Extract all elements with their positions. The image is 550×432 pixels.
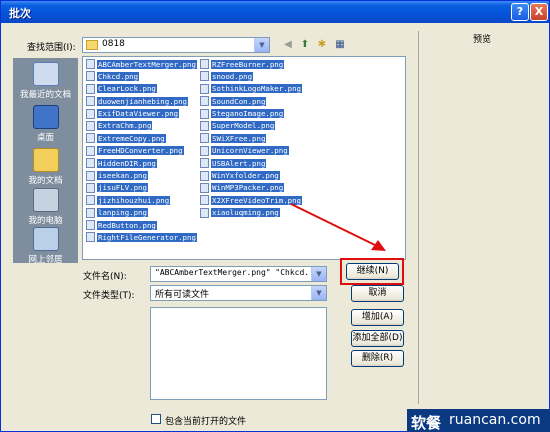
look-in-dropdown[interactable]: 0818 ▼ [82,37,270,53]
watermark-en: ruancan.com [449,412,541,428]
desktop-icon [32,105,59,129]
place-network-label: 网上邻居 [28,255,63,265]
filetype-dropdown[interactable]: 所有可读文件 ▼ [150,285,327,301]
chevron-down-icon: ▼ [311,267,326,281]
include-open-files-label: 包含当前打开的文件 [165,417,247,427]
preview-label: 预览 [473,35,492,45]
my-computer-icon [32,188,59,212]
place-my-computer[interactable]: 我的电脑 [13,188,78,226]
preview-divider [418,31,419,404]
folder-icon [86,40,98,50]
include-open-files-checkbox[interactable] [151,414,161,424]
network-icon [32,227,59,251]
batch-file-list[interactable] [150,307,327,400]
window-title: 批次 [9,7,31,20]
continue-button[interactable]: 继续(N) [346,263,399,280]
place-desktop-label: 桌面 [36,133,54,143]
add-all-button[interactable]: 添加全部(D) [351,330,404,347]
look-in-label: 查找范围(I): [27,43,76,53]
filename-input[interactable]: "ABCAmberTextMerger.png" "Chkcd.png" " ▼ [150,266,327,282]
close-button[interactable]: X [530,3,548,21]
red-arrow-annotation [290,203,386,251]
place-my-documents[interactable]: 我的文档 [13,148,78,186]
file-list[interactable]: ABCAmberTextMerger.png Chkcd.png ClearLock… [82,56,406,260]
look-in-value: 0818 [102,39,125,49]
chevron-down-icon: ▼ [254,38,269,52]
place-network[interactable]: 网上邻居 [13,227,78,265]
cancel-button[interactable]: 取消 [351,285,404,302]
batch-dialog: 批次 ? X 查找范围(I): 0818 ▼ ◀ ⬆ ✱ ▦ 预览 我最近的文档… [0,0,550,432]
place-desktop[interactable]: 桌面 [13,105,78,143]
back-icon[interactable]: ◀ [280,38,296,52]
help-button[interactable]: ? [511,3,529,21]
add-button[interactable]: 增加(A) [351,309,404,326]
place-my-documents-label: 我的文档 [28,176,63,186]
recent-docs-icon [32,62,59,86]
watermark: 软餐 ruancan.com [407,409,550,432]
new-folder-icon[interactable]: ✱ [314,38,330,52]
place-my-computer-label: 我的电脑 [28,216,63,226]
up-folder-icon[interactable]: ⬆ [297,38,313,52]
title-bar: 批次 ? X [1,1,549,23]
delete-button[interactable]: 删除(R) [351,350,404,367]
chevron-down-icon: ▼ [311,286,326,300]
filetype-label: 文件类型(T): [83,291,135,301]
places-bar: 我最近的文档 桌面 我的文档 我的电脑 网上邻居 [13,58,78,265]
filetype-value: 所有可读文件 [155,290,210,300]
watermark-cn: 软餐 [411,414,442,432]
view-menu-icon[interactable]: ▦ [331,38,349,52]
my-documents-icon [32,148,59,172]
place-recent-label: 我最近的文档 [19,90,71,100]
filename-label: 文件名(N): [83,272,127,282]
filename-value: "ABCAmberTextMerger.png" "Chkcd.png" " [155,268,308,277]
place-recent[interactable]: 我最近的文档 [13,62,78,100]
